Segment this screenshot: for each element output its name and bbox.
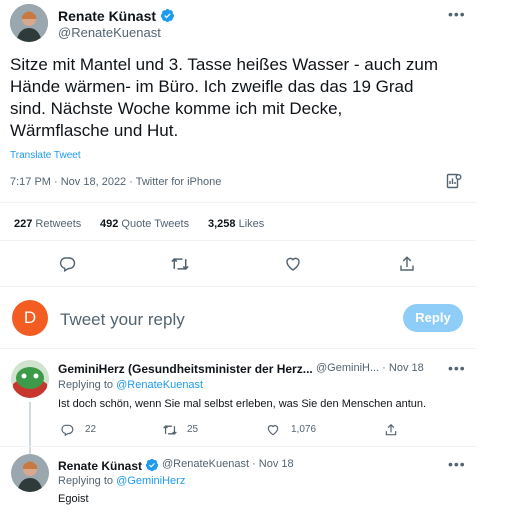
replying-to-label: Replying to bbox=[58, 379, 114, 391]
divider bbox=[0, 446, 476, 447]
divider bbox=[0, 202, 476, 203]
author-name-text[interactable]: Renate Künast bbox=[58, 8, 156, 24]
replying-to-handle[interactable]: @GeminiHerz bbox=[116, 475, 185, 487]
reply-icon[interactable] bbox=[60, 423, 74, 437]
like-count: 1,076 bbox=[291, 424, 317, 435]
reply-input[interactable]: Tweet your reply bbox=[60, 310, 360, 330]
reply-author-name[interactable]: Renate Künast bbox=[58, 458, 160, 473]
likes-label: Likes bbox=[238, 218, 265, 230]
retweets-stat[interactable]: 227 Retweets bbox=[14, 218, 81, 230]
share-icon[interactable] bbox=[384, 423, 398, 437]
tweet-timestamp[interactable]: 7:17 PM · Nov 18, 2022 · Twitter for iPh… bbox=[10, 176, 221, 188]
replying-to-handle[interactable]: @RenateKuenast bbox=[116, 379, 203, 391]
author-name[interactable]: Renate Künast bbox=[58, 8, 175, 24]
likes-count: 3,258 bbox=[208, 218, 236, 230]
compose-avatar-letter: D bbox=[23, 308, 37, 327]
quote-tweets-stat[interactable]: 492 Quote Tweets bbox=[100, 218, 189, 230]
reply-text: Ist doch schön, wenn Sie mal selbst erle… bbox=[58, 398, 427, 410]
reply-author-name[interactable]: GeminiHerz (Gesundheitsminister der Herz… bbox=[58, 362, 313, 376]
more-options-icon[interactable]: ••• bbox=[448, 456, 466, 472]
more-options-icon[interactable]: ••• bbox=[448, 6, 466, 22]
replying-to-label: Replying to bbox=[58, 475, 114, 487]
verified-badge-icon bbox=[160, 8, 175, 23]
retweet-icon[interactable] bbox=[162, 423, 178, 437]
more-options-icon[interactable]: ••• bbox=[448, 360, 466, 376]
reply-text: Egoist bbox=[58, 493, 89, 505]
author-avatar[interactable] bbox=[10, 4, 48, 42]
like-icon[interactable] bbox=[266, 423, 280, 437]
reply-button[interactable]: Reply bbox=[403, 304, 463, 332]
reply-author-name-text[interactable]: Renate Künast bbox=[58, 459, 142, 473]
reply-handle-time[interactable]: @RenateKuenast · Nov 18 bbox=[162, 458, 294, 470]
tweet-text: Sitze mit Mantel und 3. Tasse heißes Was… bbox=[10, 55, 439, 140]
replying-to: Replying to @RenateKuenast bbox=[58, 379, 203, 391]
author-handle[interactable]: @RenateKuenast bbox=[58, 25, 161, 40]
reply-avatar[interactable] bbox=[11, 454, 49, 492]
reply-handle-time[interactable]: @GeminiH... · Nov 18 bbox=[316, 362, 424, 374]
replying-to: Replying to @GeminiHerz bbox=[58, 475, 185, 487]
analytics-icon[interactable] bbox=[446, 172, 462, 190]
reply-icon[interactable] bbox=[58, 255, 76, 273]
divider bbox=[0, 240, 476, 241]
quote-tweets-count: 492 bbox=[100, 218, 119, 230]
retweet-count: 25 bbox=[187, 424, 199, 435]
verified-badge-icon bbox=[145, 458, 160, 473]
compose-avatar[interactable]: D bbox=[12, 300, 48, 336]
retweet-icon[interactable] bbox=[170, 255, 190, 273]
divider bbox=[0, 286, 476, 287]
reply-avatar[interactable] bbox=[11, 360, 49, 398]
divider bbox=[0, 348, 476, 349]
translate-tweet-link[interactable]: Translate Tweet bbox=[10, 150, 81, 161]
likes-stat[interactable]: 3,258 Likes bbox=[208, 218, 264, 230]
retweets-count: 227 bbox=[14, 218, 33, 230]
share-icon[interactable] bbox=[398, 255, 416, 273]
reply-count: 22 bbox=[85, 424, 97, 435]
quote-tweets-label: Quote Tweets bbox=[121, 218, 190, 230]
retweets-label: Retweets bbox=[35, 218, 82, 230]
like-icon[interactable] bbox=[284, 255, 302, 273]
